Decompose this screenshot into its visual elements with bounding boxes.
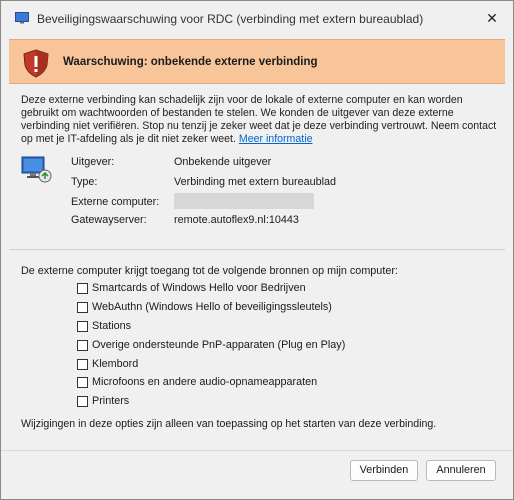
resource-webauthn[interactable]: WebAuthn (Windows Hello of beveiligingss… [77,299,332,315]
gateway-label: Gatewayserver: [71,214,147,226]
checkbox[interactable] [77,339,88,351]
resource-clipboard[interactable]: Klembord [77,356,138,372]
publisher-label: Uitgever: [71,156,115,168]
close-icon[interactable]: ✕ [485,11,499,25]
remote-computer-label: Externe computer: [71,196,160,208]
remote-desktop-icon [15,12,29,24]
checkbox[interactable] [77,358,88,370]
window-title: Beveiligingswaarschuwing voor RDC (verbi… [37,12,424,26]
resource-drives[interactable]: Stations [77,318,131,334]
options-note: Wijzigingen in deze opties zijn alleen v… [21,418,437,430]
resource-label: WebAuthn (Windows Hello of beveiligingss… [92,301,332,313]
warning-shield-icon [23,49,49,78]
checkbox[interactable] [77,320,88,332]
details-section: Deze externe verbinding kan schadelijk z… [9,84,505,246]
type-label: Type: [71,176,98,188]
checkbox[interactable] [77,301,88,313]
checkbox[interactable] [77,282,88,294]
resources-heading: De externe computer krijgt toegang tot d… [21,265,398,277]
resource-smartcards[interactable]: Smartcards of Windows Hello voor Bedrijv… [77,280,306,296]
resource-label: Printers [92,395,130,407]
resource-label: Microfoons en andere audio-opnameapparat… [92,376,318,388]
type-value: Verbinding met extern bureaublad [174,176,337,188]
title-bar: Beveiligingswaarschuwing voor RDC (verbi… [1,1,513,35]
checkbox[interactable] [77,376,88,388]
publisher-value: Onbekende uitgever [174,156,272,168]
resource-label: Smartcards of Windows Hello voor Bedrijv… [92,282,306,294]
cancel-button[interactable]: Annuleren [426,460,496,481]
gateway-value: remote.autoflex9.nl:10443 [174,214,299,226]
rdc-security-warning-dialog: Beveiligingswaarschuwing voor RDC (verbi… [0,0,514,500]
warning-banner: Waarschuwing: onbekende externe verbindi… [9,39,505,84]
dialog-footer: Verbinden Annuleren [1,450,513,499]
resource-label: Overige ondersteunde PnP-apparaten (Plug… [92,339,346,351]
more-info-link[interactable]: Meer informatie [239,133,313,145]
resource-microphones[interactable]: Microfoons en andere audio-opnameapparat… [77,374,317,390]
resource-label: Klembord [92,358,139,370]
connect-button[interactable]: Verbinden [350,460,418,481]
resource-printers[interactable]: Printers [77,393,129,409]
remote-computer-icon [21,156,52,183]
resources-section: De externe computer krijgt toegang tot d… [9,250,505,450]
resource-pnp-devices[interactable]: Overige ondersteunde PnP-apparaten (Plug… [77,337,345,353]
checkbox[interactable] [77,395,88,407]
warning-heading: Waarschuwing: onbekende externe verbindi… [63,56,318,68]
warning-description: Deze externe verbinding kan schadelijk z… [21,94,499,146]
resource-label: Stations [92,320,132,332]
remote-computer-redacted [174,193,314,209]
